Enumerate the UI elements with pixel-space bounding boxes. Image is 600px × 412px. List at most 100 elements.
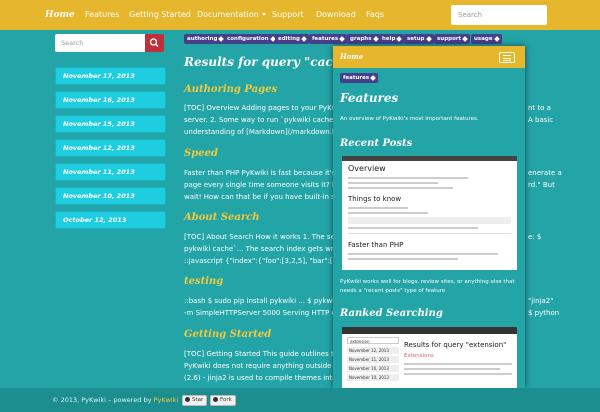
tag-icon xyxy=(339,35,345,42)
sidebar-search-button[interactable] xyxy=(145,34,164,52)
screenshot-recent-posts: Overview Things to know Faster than PHP xyxy=(342,156,517,270)
tag-icon xyxy=(396,35,403,42)
tag-label: help xyxy=(382,36,396,42)
tag-label: setup xyxy=(407,36,425,42)
top-navbar: Home Features Getting Started Documentat… xyxy=(0,0,600,30)
sidebar-date-link[interactable]: November 12, 2013 xyxy=(55,139,166,157)
footer-pykwiki-link[interactable]: PyKwiki xyxy=(154,396,179,404)
github-star-button[interactable]: Star xyxy=(182,395,208,406)
tag-features[interactable]: features xyxy=(309,34,348,44)
navbar-search-input[interactable]: Search xyxy=(451,5,547,25)
result-title-link[interactable]: About Search xyxy=(184,212,259,223)
result-title-link[interactable]: Speed xyxy=(184,148,218,159)
mobile-tag-features[interactable]: features xyxy=(340,73,379,83)
result-snippet: (2.6) - jinja2 is used to compile themes… xyxy=(184,374,337,382)
result-snippet-fragment: enerate a xyxy=(528,169,562,177)
result-snippet: -m SimpleHTTPServer 5000 Serving HTTP o xyxy=(184,309,336,317)
result-title-link[interactable]: Authoring Pages xyxy=(184,84,277,95)
mobile-heading-ranked-searching: Ranked Searching xyxy=(340,308,443,319)
page-footer: © 2013, PyKwiki – powered by PyKwiki Sta… xyxy=(0,388,600,412)
result-snippet-fragment: $ python xyxy=(528,309,560,317)
screenshot-date-item: November 10, 2013 xyxy=(347,365,399,372)
result-snippet: ::javascript {"index":{"foo":[3,2,5], "b… xyxy=(184,257,344,265)
result-snippet: ::bash $ sudo pip install pykwiki ... $ … xyxy=(184,297,352,305)
result-snippet: wait! How can that be if you have built-… xyxy=(184,193,344,201)
result-snippet-fragment: e: $ xyxy=(528,233,542,241)
result-snippet: [TOC] Overview Adding pages to your PyKw… xyxy=(184,104,346,112)
tag-support[interactable]: support xyxy=(434,34,471,44)
tag-label: authoring xyxy=(187,36,218,42)
tag-label: configuration xyxy=(227,36,269,42)
mobile-navbar: Home xyxy=(333,46,525,68)
sidebar-date-link[interactable]: November 10, 2013 xyxy=(55,187,166,205)
mobile-nav-brand[interactable]: Home xyxy=(340,46,363,68)
sidebar-date-link[interactable]: October 12, 2013 xyxy=(55,211,166,229)
nav-item-documentation-label: Documentation xyxy=(197,10,259,19)
footer-copyright: © 2013, PyKwiki – powered by xyxy=(52,396,152,404)
tag-usage[interactable]: usage xyxy=(471,34,502,44)
github-fork-button[interactable]: Fork xyxy=(210,395,236,406)
tag-setup[interactable]: setup xyxy=(404,34,434,44)
result-snippet: [TOC] About Search How it works 1. The s… xyxy=(184,233,346,241)
tag-graphs[interactable]: graphs xyxy=(347,34,381,44)
nav-item-faqs[interactable]: Faqs xyxy=(366,0,384,30)
mobile-preview: Home features Features An overview of Py… xyxy=(333,46,525,388)
screenshot-date-item: November 10, 2013 xyxy=(347,374,399,381)
tag-editing[interactable]: editing xyxy=(275,34,309,44)
mobile-caption: needs a "recent posts" type of feature xyxy=(340,288,446,294)
tag-icon xyxy=(301,35,307,42)
result-snippet: PyKwiki does not require anything outsid… xyxy=(184,362,341,370)
tag-help[interactable]: help xyxy=(379,34,405,44)
result-title-link[interactable]: testing xyxy=(184,276,223,287)
tag-label: usage xyxy=(474,36,493,42)
tag-label: features xyxy=(343,75,370,81)
tag-label: support xyxy=(437,36,462,42)
github-star-label: Star xyxy=(192,397,204,403)
github-fork-label: Fork xyxy=(220,397,232,403)
tag-label: graphs xyxy=(350,36,372,42)
screenshot-heading: Faster than PHP xyxy=(348,241,404,249)
screenshot-date-item: November 11, 2013 xyxy=(347,356,399,363)
screenshot-date-item: November 12, 2013 xyxy=(347,347,399,354)
nav-item-documentation[interactable]: Documentation xyxy=(197,0,266,30)
result-snippet: pykwiki cache`... The search index gets … xyxy=(184,245,350,253)
screenshot-heading: Overview xyxy=(348,164,386,173)
result-snippet-fragment: "jinja2" xyxy=(528,297,554,305)
github-icon xyxy=(213,397,218,402)
result-snippet: understanding of [Markdown](/markdown.ht xyxy=(184,128,340,136)
mobile-intro-text: An overview of PyKwiki's most important … xyxy=(340,116,479,122)
result-snippet: Faster than PHP PyKwiki is fast because … xyxy=(184,169,347,177)
nav-brand-home[interactable]: Home xyxy=(45,0,75,30)
tag-authoring[interactable]: authoring xyxy=(184,34,227,44)
nav-item-getting-started[interactable]: Getting Started xyxy=(129,0,191,30)
screenshot-heading: Things to know xyxy=(348,195,402,203)
screenshot-result-subtitle: Extensions xyxy=(404,353,434,359)
sidebar-date-link[interactable]: November 17, 2013 xyxy=(55,67,166,85)
result-snippet-fragment: rd." But xyxy=(528,181,555,189)
screenshot-result-title: Results for query "extension" xyxy=(404,341,507,349)
sidebar-date-link[interactable]: November 16, 2013 xyxy=(55,91,166,109)
nav-item-download[interactable]: Download xyxy=(316,0,356,30)
footer-credit: © 2013, PyKwiki – powered by PyKwiki xyxy=(52,388,178,412)
tag-icon xyxy=(370,74,376,81)
tag-icon xyxy=(372,35,379,42)
result-snippet-fragment: nt to a xyxy=(528,104,551,112)
tag-icon xyxy=(493,35,500,42)
github-icon xyxy=(185,397,190,402)
nav-item-support[interactable]: Support xyxy=(272,0,304,30)
sidebar-date-link[interactable]: November 15, 2013 xyxy=(55,115,166,133)
hamburger-menu-icon[interactable] xyxy=(499,52,515,63)
mobile-heading-recent-posts: Recent Posts xyxy=(340,138,413,149)
chevron-down-icon xyxy=(261,13,266,16)
result-snippet: server. 2. Some way to run `pykwiki cach… xyxy=(184,116,347,124)
screenshot-search-field: extension xyxy=(347,337,399,344)
tag-configuration[interactable]: configuration xyxy=(224,34,278,44)
result-snippet-fragment: A basic xyxy=(528,116,554,124)
nav-item-features[interactable]: Features xyxy=(85,0,119,30)
result-title-link[interactable]: Getting Started xyxy=(184,329,271,340)
tag-icon xyxy=(425,35,432,42)
sidebar-date-link[interactable]: November 11, 2013 xyxy=(55,163,166,181)
search-icon xyxy=(149,38,159,47)
sidebar-search-input[interactable]: Search xyxy=(55,34,145,52)
page-title: Results for query "cach xyxy=(184,55,342,69)
